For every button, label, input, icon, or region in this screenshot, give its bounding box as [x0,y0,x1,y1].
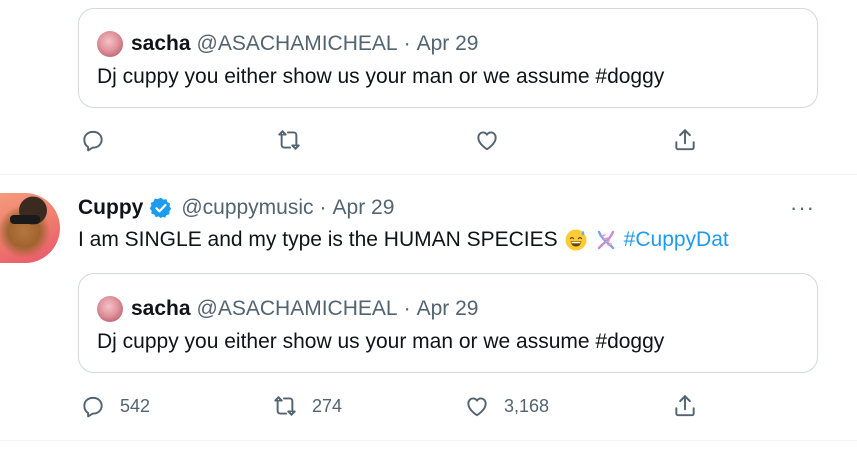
share-button[interactable] [672,127,698,153]
share-icon [675,129,695,151]
retweet-button[interactable] [276,127,302,153]
quoted-tweet-header: sacha @ASACHAMICHEAL · Apr 29 [97,31,478,57]
dna-emoji-icon [597,230,614,250]
like-button[interactable]: 3,168 [464,393,549,419]
heart-icon [467,397,487,417]
tweet-body: I am SINGLE and my type is the HUMAN SPE… [78,228,558,251]
reply-count: 542 [120,395,151,416]
quoted-author-name: sacha [131,32,191,55]
separator-dot: · [403,32,411,55]
share-icon [675,395,695,417]
quoted-tweet-date: Apr 29 [416,32,479,55]
tweet-action-bar [78,127,818,157]
tweet-action-bar: 542 274 3,168 [78,393,818,423]
sunglasses-shape [10,215,40,224]
like-button[interactable] [474,127,500,153]
quoted-author-name: sacha [131,297,191,320]
author-handle[interactable]: @cuppymusic [181,196,313,220]
quoted-tweet-text: Dj cuppy you either show us your man or … [97,65,665,88]
reply-icon [83,130,103,152]
retweet-button[interactable]: 274 [272,393,342,419]
separator-dot: · [403,297,411,320]
retweet-icon [278,130,300,150]
tweet-header: Cuppy @cuppymusic · Apr 29 [78,196,394,220]
divider [0,174,857,175]
avatar [97,31,123,57]
divider [0,440,857,441]
heart-icon [477,131,497,151]
quoted-author-handle: @ASACHAMICHEAL [196,32,398,55]
reply-button[interactable]: 542 [80,393,150,419]
avatar [97,296,123,322]
hashtag-link[interactable]: #CuppyDat [624,228,729,252]
reply-icon [83,396,103,418]
retweet-count: 274 [312,395,343,416]
quoted-tweet-card[interactable]: sacha @ASACHAMICHEAL · Apr 29 Dj cuppy y… [78,8,818,108]
quoted-tweet-card[interactable]: sacha @ASACHAMICHEAL · Apr 29 Dj cuppy y… [78,273,818,373]
retweet-icon [274,396,296,416]
grinning-sweat-emoji-icon [565,229,587,251]
like-count: 3,168 [504,395,550,416]
verified-badge-icon [150,197,172,219]
tweet-text: I am SINGLE and my type is the HUMAN SPE… [78,228,729,252]
quoted-tweet-date: Apr 29 [416,297,479,320]
avatar[interactable] [0,193,60,263]
quoted-tweet-header: sacha @ASACHAMICHEAL · Apr 29 [97,296,478,322]
reply-button[interactable] [80,127,106,153]
quoted-author-handle: @ASACHAMICHEAL [196,297,398,320]
quoted-tweet-text: Dj cuppy you either show us your man or … [97,330,665,353]
separator-dot: · [319,196,327,219]
tweet-date[interactable]: Apr 29 [333,196,395,220]
author-name[interactable]: Cuppy [78,196,143,220]
share-button[interactable] [672,393,698,419]
more-options-icon[interactable]: ··· [790,195,815,221]
